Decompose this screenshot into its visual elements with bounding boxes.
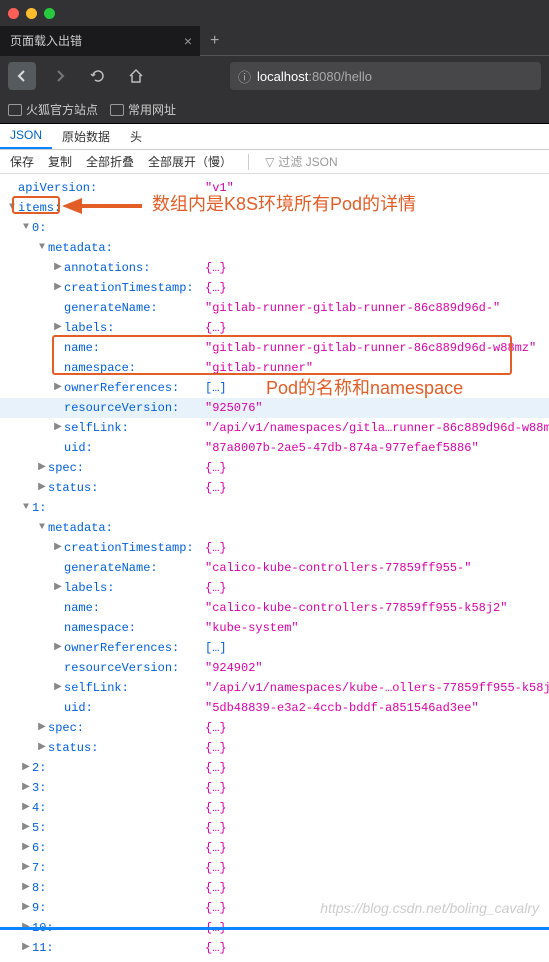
url-host: localhost	[257, 69, 308, 84]
chevron-down-icon: ▼	[36, 238, 48, 258]
json-row[interactable]: ▶labels:{…}	[0, 578, 549, 598]
bookmark-item[interactable]: 火狐官方站点	[8, 101, 98, 118]
browser-tab[interactable]: 页面载入出错 ×	[0, 26, 200, 56]
json-row[interactable]: resourceVersion:"925076"	[0, 398, 549, 418]
watermark: https://blog.csdn.net/boling_cavalry	[320, 900, 539, 916]
expand-all-button[interactable]: 全部展开（慢）	[148, 153, 232, 170]
json-row[interactable]: generateName:"calico-kube-controllers-77…	[0, 558, 549, 578]
json-row[interactable]: ▶2:{…}	[0, 758, 549, 778]
close-window-button[interactable]	[8, 8, 19, 19]
json-row[interactable]: resourceVersion:"924902"	[0, 658, 549, 678]
chevron-down-icon: ▼	[20, 218, 32, 238]
close-tab-icon[interactable]: ×	[184, 33, 192, 49]
json-row[interactable]: ▼metadata:	[0, 518, 549, 538]
chevron-right-icon: ▶	[20, 858, 32, 878]
chevron-right-icon: ▶	[52, 678, 64, 698]
info-icon[interactable]: ⓘ	[238, 67, 251, 86]
chevron-right-icon: ▶	[52, 638, 64, 658]
json-row[interactable]: namespace:"kube-system"	[0, 618, 549, 638]
json-row[interactable]: generateName:"gitlab-runner-gitlab-runne…	[0, 298, 549, 318]
browser-tabs: 页面载入出错 × +	[0, 26, 549, 56]
chevron-right-icon: ▶	[20, 758, 32, 778]
json-tree: apiVersion:"v1" ▼items: ▼0: ▼metadata: ▶…	[0, 174, 549, 962]
filter-icon: ▽	[265, 155, 274, 169]
home-button[interactable]	[122, 62, 150, 90]
tab-raw[interactable]: 原始数据	[52, 124, 120, 149]
chevron-right-icon: ▶	[52, 258, 64, 278]
annotation-text-items: 数组内是K8S环境所有Pod的详情	[152, 194, 416, 214]
copy-button[interactable]: 复制	[48, 153, 72, 170]
chevron-down-icon: ▼	[20, 498, 32, 518]
reload-button[interactable]	[84, 62, 112, 90]
tab-headers[interactable]: 头	[120, 124, 152, 149]
json-row[interactable]: ▶annotations:{…}	[0, 258, 549, 278]
chevron-right-icon: ▶	[20, 898, 32, 918]
chevron-right-icon: ▶	[20, 878, 32, 898]
annotation-arrow	[62, 198, 142, 214]
json-row[interactable]: ▶status:{…}	[0, 738, 549, 758]
chevron-right-icon: ▶	[36, 718, 48, 738]
json-row[interactable]: ▶ownerReferences:[…]	[0, 638, 549, 658]
new-tab-button[interactable]: +	[210, 32, 219, 50]
back-button[interactable]	[8, 62, 36, 90]
json-row[interactable]: ▶creationTimestamp:{…}	[0, 538, 549, 558]
folder-icon	[8, 104, 22, 116]
chevron-right-icon: ▶	[20, 818, 32, 838]
chevron-right-icon: ▶	[52, 418, 64, 438]
chevron-right-icon: ▶	[20, 838, 32, 858]
browser-toolbar: ⓘ localhost:8080/hello	[0, 56, 549, 96]
separator	[248, 154, 249, 170]
tab-json[interactable]: JSON	[0, 124, 52, 149]
json-row[interactable]: ▶3:{…}	[0, 778, 549, 798]
annotation-box-items	[12, 196, 60, 214]
forward-button[interactable]	[46, 62, 74, 90]
json-row[interactable]: ▶creationTimestamp:{…}	[0, 278, 549, 298]
json-row[interactable]: ▶8:{…}	[0, 878, 549, 898]
chevron-right-icon: ▶	[52, 578, 64, 598]
chevron-right-icon: ▶	[52, 378, 64, 398]
json-row[interactable]: uid:"87a8007b-2ae5-47db-874a-977efaef588…	[0, 438, 549, 458]
minimize-window-button[interactable]	[26, 8, 37, 19]
chevron-right-icon: ▶	[52, 538, 64, 558]
json-row[interactable]: ▼metadata:	[0, 238, 549, 258]
json-row[interactable]: name:"calico-kube-controllers-77859ff955…	[0, 598, 549, 618]
json-row[interactable]: ▶7:{…}	[0, 858, 549, 878]
address-bar[interactable]: ⓘ localhost:8080/hello	[230, 62, 541, 90]
json-row[interactable]: ▶spec:{…}	[0, 718, 549, 738]
chevron-right-icon: ▶	[36, 738, 48, 758]
annotation-text-name-ns: Pod的名称和namespace	[266, 378, 463, 398]
json-row[interactable]: ▶selfLink:"/api/v1/namespaces/gitla…runn…	[0, 418, 549, 438]
json-row[interactable]: ▶selfLink:"/api/v1/namespaces/kube-…olle…	[0, 678, 549, 698]
json-view-tabs: JSON 原始数据 头	[0, 124, 549, 150]
chevron-right-icon: ▶	[20, 798, 32, 818]
maximize-window-button[interactable]	[44, 8, 55, 19]
json-toolbar: 保存 复制 全部折叠 全部展开（慢） ▽过滤 JSON	[0, 150, 549, 174]
bookmarks-bar: 火狐官方站点 常用网址	[0, 96, 549, 124]
json-row[interactable]: ▶5:{…}	[0, 818, 549, 838]
filter-input[interactable]: ▽过滤 JSON	[265, 153, 338, 170]
bookmark-item[interactable]: 常用网址	[110, 101, 176, 118]
json-row[interactable]: ▼1:	[0, 498, 549, 518]
chevron-right-icon: ▶	[36, 458, 48, 478]
save-button[interactable]: 保存	[10, 153, 34, 170]
collapse-all-button[interactable]: 全部折叠	[86, 153, 134, 170]
annotation-box-name-ns	[52, 335, 512, 375]
chevron-down-icon: ▼	[36, 518, 48, 538]
chevron-right-icon: ▶	[52, 278, 64, 298]
json-row[interactable]: ▶6:{…}	[0, 838, 549, 858]
window-titlebar	[0, 0, 549, 26]
url-path: :8080/hello	[308, 69, 372, 84]
json-row[interactable]: ▶11:{…}	[0, 938, 549, 958]
json-row[interactable]: ▶4:{…}	[0, 798, 549, 818]
json-row[interactable]: ▶spec:{…}	[0, 458, 549, 478]
chevron-right-icon: ▶	[20, 778, 32, 798]
tab-title: 页面载入出错	[10, 32, 82, 49]
json-row[interactable]: ▼0:	[0, 218, 549, 238]
folder-icon	[110, 104, 124, 116]
json-row[interactable]: uid:"5db48839-e3a2-4ccb-bddf-a851546ad3e…	[0, 698, 549, 718]
chevron-right-icon: ▶	[20, 938, 32, 958]
chevron-right-icon: ▶	[36, 478, 48, 498]
json-row[interactable]: ▶status:{…}	[0, 478, 549, 498]
